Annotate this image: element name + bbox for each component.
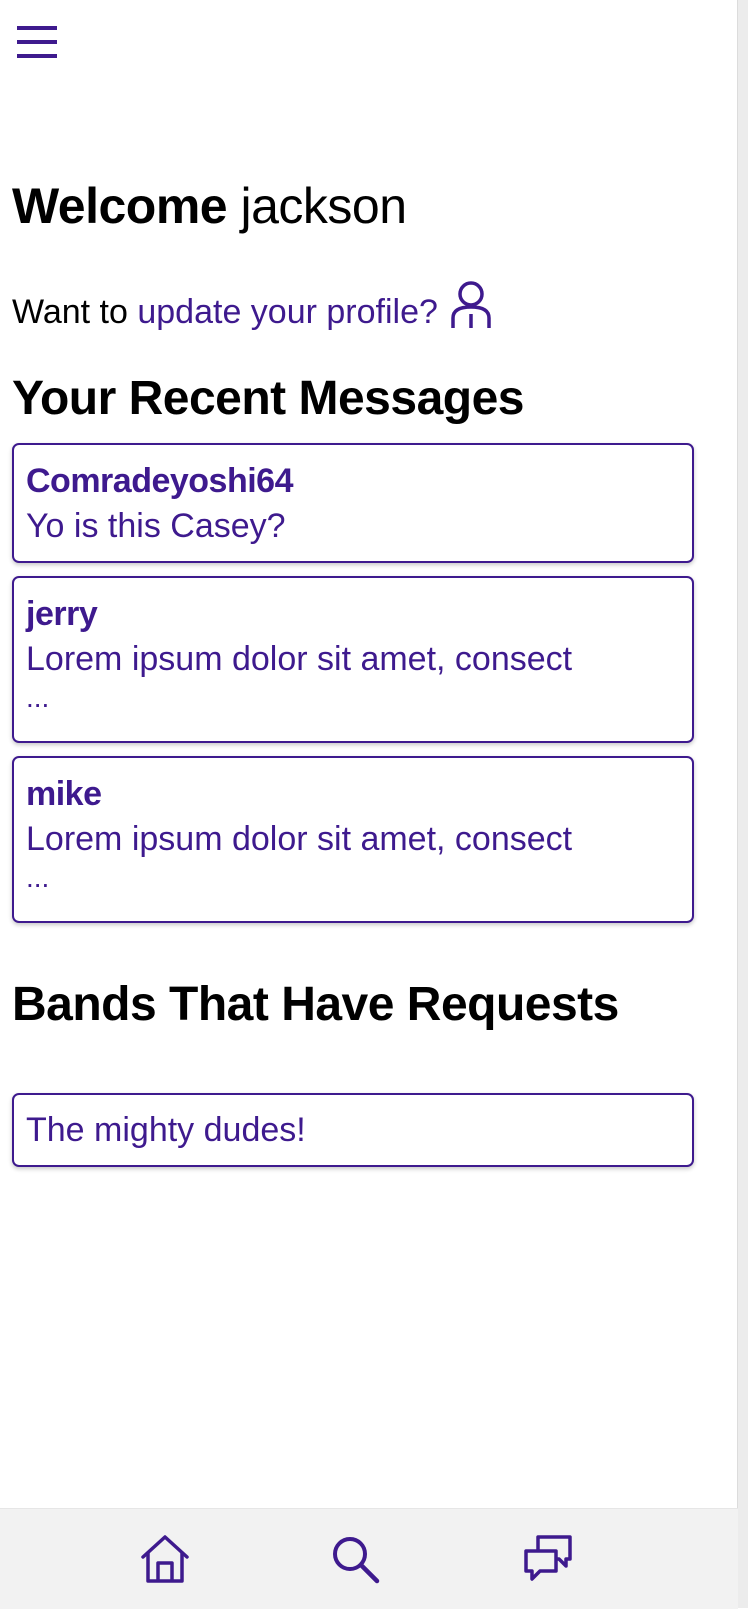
message-ellipsis: ... — [26, 862, 50, 893]
bottom-nav — [0, 1508, 738, 1609]
message-sender: mike — [26, 775, 102, 813]
profile-prompt: Want to update your profile? — [12, 280, 492, 334]
username: jackson — [240, 178, 408, 234]
messages-nav-button[interactable] — [522, 1531, 578, 1587]
chat-icon — [524, 1535, 572, 1581]
search-icon — [333, 1537, 380, 1584]
message-sender: Comradeyoshi64 — [26, 462, 294, 500]
update-profile-link[interactable]: update your profile? — [137, 290, 438, 334]
home-icon — [141, 1535, 189, 1583]
home-nav-button[interactable] — [137, 1531, 193, 1587]
welcome-word: Welcome — [12, 178, 228, 234]
message-card[interactable]: Comradeyoshi64 Yo is this Casey? — [12, 443, 694, 563]
search-nav-button[interactable] — [327, 1531, 383, 1587]
message-card[interactable]: mike Lorem ipsum dolor sit amet, consect… — [12, 756, 694, 923]
band-requests-title: Bands That Have Requests — [12, 978, 619, 1031]
scrollbar[interactable] — [737, 0, 748, 1608]
message-preview: Lorem ipsum dolor sit amet, consect — [26, 820, 573, 858]
message-preview: Yo is this Casey? — [26, 507, 286, 545]
profile-prompt-prefix: Want to — [12, 293, 128, 331]
menu-button[interactable] — [17, 26, 59, 60]
hamburger-menu-icon — [17, 26, 57, 58]
message-card[interactable]: jerry Lorem ipsum dolor sit amet, consec… — [12, 576, 694, 743]
message-sender: jerry — [26, 595, 98, 633]
recent-messages-title: Your Recent Messages — [12, 372, 524, 425]
user-icon[interactable] — [450, 280, 492, 330]
message-preview: Lorem ipsum dolor sit amet, consect — [26, 640, 573, 678]
welcome-heading: Welcome jackson — [12, 176, 407, 236]
band-request-card[interactable]: The mighty dudes! — [12, 1093, 694, 1167]
band-name: The mighty dudes! — [26, 1111, 306, 1149]
message-ellipsis: ... — [26, 682, 50, 713]
